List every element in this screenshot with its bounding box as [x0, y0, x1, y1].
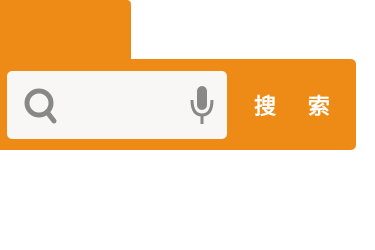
- search-button[interactable]: 搜 索: [234, 71, 350, 139]
- microphone-icon[interactable]: [187, 82, 217, 128]
- search-bar: 搜 索: [0, 59, 356, 150]
- search-icon: [24, 88, 57, 124]
- search-field-container[interactable]: [7, 71, 227, 139]
- search-input[interactable]: [71, 81, 183, 131]
